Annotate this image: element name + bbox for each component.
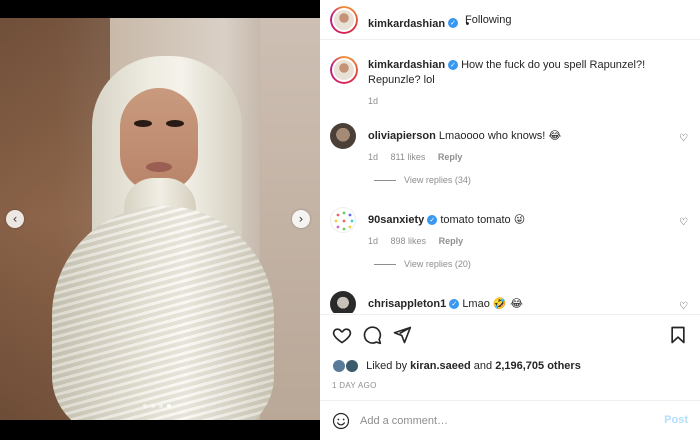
commenter-username[interactable]: chrisappleton1 [368, 298, 446, 310]
comment-heart-icon[interactable]: ♡ [679, 217, 688, 228]
comment-time: 1d [368, 152, 379, 162]
send-icon[interactable] [392, 325, 412, 345]
author-username-row[interactable]: kimkardashian ✓ • [368, 14, 469, 32]
caption-text: kimkardashian ✓ How the fuck do you spell… [368, 58, 668, 88]
comment-body: tomato tomato [440, 214, 511, 226]
liked-by-user[interactable]: kiran.saeed [410, 360, 471, 372]
liker-avatar [345, 359, 360, 373]
commenter-avatar[interactable] [330, 207, 356, 233]
comment-heart-icon[interactable]: ♡ [679, 133, 688, 144]
carousel-dot [159, 404, 163, 408]
smiley-icon[interactable] [332, 412, 350, 430]
author-username[interactable]: kimkardashian [368, 18, 445, 30]
comment-likes[interactable]: 898 likes [391, 236, 427, 246]
verified-badge-icon: ✓ [427, 215, 438, 226]
comment-item: chrisappleton1 ✓ Lmao 🤣 😂 ♡ [330, 291, 690, 313]
caption-timestamp: 1d [368, 96, 379, 106]
commenter-username[interactable]: 90sanxiety [368, 214, 424, 226]
comment-body: Lmaoooo who knows! [438, 130, 546, 142]
comment-heart-icon[interactable]: ♡ [679, 301, 688, 312]
author-avatar[interactable] [330, 56, 358, 84]
view-replies-button[interactable]: View replies (20) [374, 259, 471, 269]
post-photo [0, 18, 320, 420]
commenter-avatar[interactable] [330, 291, 356, 313]
author-avatar[interactable] [330, 6, 358, 34]
liker-avatar [332, 359, 346, 373]
comment-emoji: 😂 [548, 129, 562, 142]
verified-badge-icon: ✓ [448, 60, 459, 71]
reply-button[interactable]: Reply [439, 236, 464, 246]
carousel-dots [143, 404, 171, 408]
post-comment-button[interactable]: Post [664, 414, 688, 426]
comment-composer: Post [320, 400, 700, 440]
comment-item: oliviapierson Lmaoooo who knows! 😂 1d 81… [330, 123, 690, 193]
comment-body: Lmao [462, 298, 490, 310]
comment-text: 90sanxiety ✓ tomato tomato 😜 [368, 213, 525, 226]
liked-by-summary[interactable]: Liked by kiran.saeed and 2,196,705 other… [332, 359, 581, 373]
view-replies-button[interactable]: View replies (34) [374, 175, 471, 185]
comment-meta: 1d 811 likes Reply [368, 152, 472, 162]
previous-slide-button[interactable]: ‹ [6, 210, 24, 228]
commenter-username[interactable]: oliviapierson [368, 130, 436, 142]
post-date: 1 DAY AGO [332, 381, 377, 390]
carousel-dot [143, 404, 147, 408]
reply-button[interactable]: Reply [438, 152, 463, 162]
post-header: kimkardashian ✓ • Following [320, 0, 700, 40]
comment-input[interactable] [360, 412, 640, 430]
comment-likes[interactable]: 811 likes [391, 152, 426, 162]
post-modal: ‹ › kimkardashian ✓ • Following kimkarda… [0, 0, 700, 440]
next-slide-button[interactable]: › [292, 210, 310, 228]
comment-time: 1d [368, 236, 379, 246]
comment-text: oliviapierson Lmaoooo who knows! 😂 [368, 129, 561, 142]
comment-meta: 1d 898 likes Reply [368, 236, 473, 246]
comment-icon[interactable] [362, 325, 382, 345]
heart-icon[interactable] [332, 325, 352, 345]
comment-emoji: 🤣 😂 [492, 297, 523, 310]
comment-text: chrisappleton1 ✓ Lmao 🤣 😂 [368, 297, 523, 310]
carousel-dot-active [167, 404, 171, 408]
comment-item: 90sanxiety ✓ tomato tomato 😜 1d 898 likes… [330, 207, 690, 277]
comment-emoji: 😜 [513, 213, 526, 226]
caption-username[interactable]: kimkardashian [368, 59, 445, 71]
comments-list[interactable]: kimkardashian ✓ How the fuck do you spell… [320, 41, 700, 313]
commenter-avatar[interactable] [330, 123, 356, 149]
verified-badge-icon: ✓ [449, 299, 460, 310]
verified-badge-icon: ✓ [448, 17, 459, 28]
likes-count[interactable]: 2,196,705 others [495, 360, 581, 372]
post-media[interactable]: ‹ › [0, 0, 320, 440]
post-details-panel: kimkardashian ✓ • Following kimkardashian… [320, 0, 700, 440]
following-button[interactable]: Following [465, 14, 511, 26]
carousel-dot [151, 404, 155, 408]
bookmark-icon[interactable] [668, 325, 688, 345]
